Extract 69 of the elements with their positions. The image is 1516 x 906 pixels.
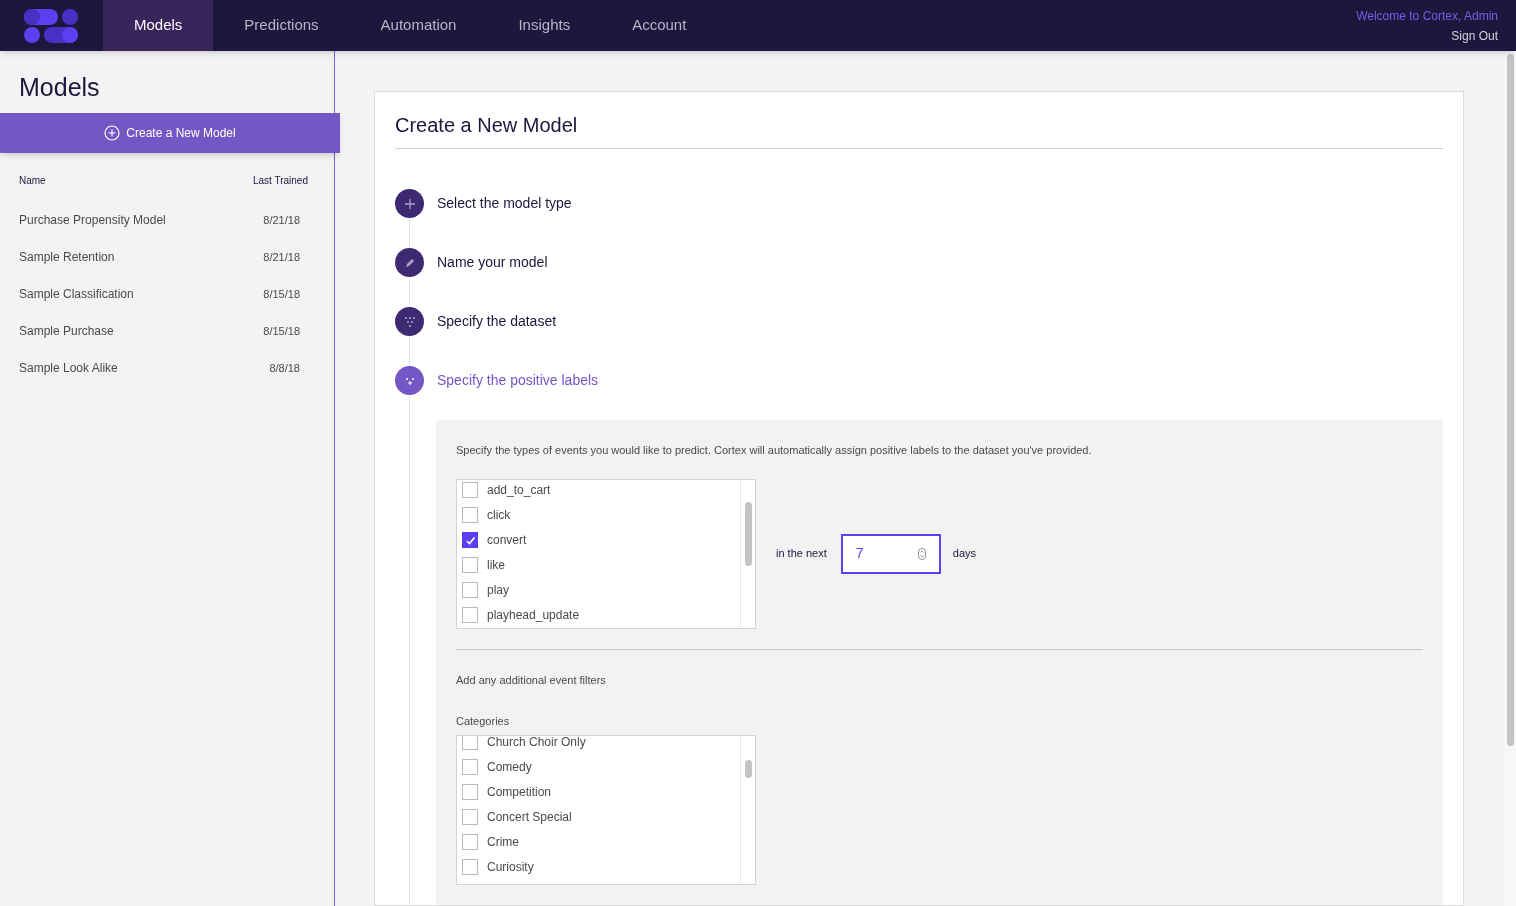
last-trained-date: 8/8/18 (269, 360, 300, 376)
checkbox-label: play (487, 582, 509, 599)
checkbox[interactable] (462, 735, 478, 750)
nav-tab[interactable]: Account (601, 0, 718, 51)
nav-tab[interactable]: Models (103, 0, 214, 51)
checkbox-label: playhead_update (487, 607, 580, 624)
in-the-next-label: in the next (776, 546, 827, 562)
checkmark-icon (464, 534, 476, 546)
step-label[interactable]: Name your model (437, 252, 548, 273)
checkbox[interactable] (462, 809, 478, 825)
days-value: 7 (855, 544, 864, 563)
plus-icon (403, 197, 416, 210)
plus-circle-icon (104, 124, 121, 141)
step-label[interactable]: Select the model type (437, 193, 572, 214)
welcome-text: Welcome to Cortex, Admin (1356, 7, 1498, 25)
last-trained-date: 8/15/18 (263, 286, 300, 302)
checkbox[interactable] (462, 607, 478, 623)
checkbox-label: Concert Special (487, 809, 572, 826)
nav-tab[interactable]: Predictions (213, 0, 350, 51)
dataset-icon (403, 315, 416, 328)
model-name: Sample Look Alike (19, 360, 118, 377)
pencil-icon (403, 256, 416, 269)
column-header: Name (19, 173, 46, 188)
logo-icon (23, 7, 80, 44)
model-name: Sample Purchase (19, 323, 114, 340)
model-row[interactable]: Sample Look Alike 8/8/18 (0, 349, 334, 387)
checkbox[interactable] (462, 532, 478, 548)
create-model-button[interactable]: Create a New Model (0, 112, 340, 153)
step-label[interactable]: Specify the dataset (437, 311, 557, 332)
nav-tab[interactable]: Automation (349, 0, 488, 51)
checkbox[interactable] (462, 507, 478, 523)
checkbox[interactable] (462, 834, 478, 850)
last-trained-date: 8/21/18 (263, 212, 300, 228)
column-header: Last Trained (252, 173, 308, 188)
nav-tab[interactable]: Insights (487, 0, 602, 51)
step-label[interactable]: Specify the positive labels (437, 370, 599, 391)
filters-label: Add any additional event filters (456, 672, 607, 688)
model-row[interactable]: Sample Purchase 8/15/18 (0, 312, 334, 350)
model-row[interactable]: Sample Classification 8/15/18 (0, 275, 334, 313)
model-name: Sample Retention (19, 249, 115, 266)
spinner-icon (917, 547, 926, 560)
sign-out-link[interactable]: Sign Out (1451, 26, 1498, 45)
checkbox[interactable] (462, 482, 478, 498)
instructions-text: Specify the types of events you would like to predict. Cortex will automatically assign positive labels to the dataset you've provided. (456, 443, 1093, 458)
checkbox-label: click (487, 507, 511, 524)
categories-label: Categories (456, 714, 511, 729)
model-row[interactable]: Purchase Propensity Model 8/21/18 (0, 201, 334, 239)
model-row[interactable]: Sample Retention 8/21/18 (0, 238, 334, 276)
checkbox[interactable] (462, 859, 478, 875)
last-trained-date: 8/21/18 (263, 249, 300, 265)
card-title: Create a New Model (395, 110, 1443, 149)
checkbox[interactable] (462, 557, 478, 573)
checkbox[interactable] (462, 784, 478, 800)
checkbox-label: like (487, 557, 505, 574)
model-name: Sample Classification (19, 286, 134, 303)
checkbox-label: Competition (487, 784, 552, 801)
checkbox[interactable] (462, 582, 478, 598)
days-input[interactable]: 7 (840, 533, 941, 574)
checkbox-label: add_to_cart (487, 482, 551, 499)
model-name: Purchase Propensity Model (19, 212, 166, 229)
days-label: days (952, 546, 976, 562)
sidebar-title: Models (18, 72, 101, 103)
last-trained-date: 8/15/18 (263, 323, 300, 339)
checkbox-label: Comedy (487, 759, 532, 776)
checkbox[interactable] (462, 759, 478, 775)
checkbox-label: Curiosity (487, 859, 534, 876)
checkbox-label: Crime (487, 834, 519, 851)
checkbox-label: Church Choir Only (487, 735, 586, 751)
checkbox-label: convert (487, 532, 527, 549)
